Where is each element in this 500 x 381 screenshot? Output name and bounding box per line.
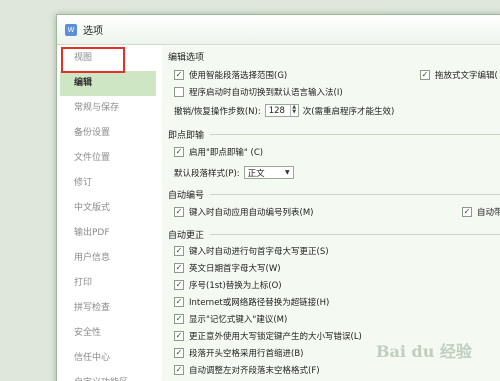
option-autocorrect-item[interactable]: 键入时自动进行句首字母大写更正(S) — [174, 245, 329, 257]
checkbox[interactable] — [174, 246, 184, 256]
option-undo-steps: 撤销/恢复操作步数(N): 128 ▲ ▼ 次(需重启程序才能生效) — [174, 104, 395, 117]
section-title-autocorrect: 自动更正 — [168, 231, 205, 241]
content-panel: 编辑选项 使用智能段落选择范围(G) 拖放式文字编辑( 程序启动时自动切换到默认… — [162, 46, 500, 381]
sidebar-item-trust-center[interactable]: 信任中心 — [60, 346, 156, 371]
divider — [210, 194, 500, 195]
sidebar-item-backup[interactable]: 备份设置 — [60, 121, 156, 146]
sidebar-item-edit[interactable]: 编辑 — [60, 71, 156, 96]
sidebar-item-file-location[interactable]: 文件位置 — [60, 146, 156, 171]
spinner-arrows-icon[interactable]: ▲ ▼ — [289, 105, 298, 116]
option-default-style: 默认段落样式(P): 正文 ▼ — [174, 166, 294, 179]
option-auto-list[interactable]: 键入时自动应用自动编号列表(M) — [174, 206, 313, 218]
sidebar-item-general-save[interactable]: 常规与保存 — [60, 96, 156, 121]
chevron-down-icon: ▼ — [285, 169, 290, 176]
sidebar: 视图 编辑 常规与保存 备份设置 文件位置 修订 中文版式 输出PDF 用户信息… — [60, 46, 156, 381]
sidebar-item-chinese-layout[interactable]: 中文版式 — [60, 196, 156, 221]
option-autocorrect-item[interactable]: 序号(1st)替换为上标(O) — [174, 279, 282, 291]
option-autocorrect-item[interactable]: 更正意外使用大写锁定键产生的大小写错误(L) — [174, 330, 362, 342]
app-icon: W — [65, 23, 77, 36]
option-auto-tab[interactable]: 自动带 — [462, 206, 500, 218]
checkbox[interactable] — [174, 348, 184, 358]
checkbox[interactable] — [174, 263, 184, 273]
sidebar-item-customize-ribbon[interactable]: 自定义功能区 — [60, 371, 156, 381]
sidebar-item-user-info[interactable]: 用户信息 — [60, 246, 156, 271]
sidebar-item-revision[interactable]: 修订 — [60, 171, 156, 196]
checkbox[interactable] — [174, 331, 184, 341]
divider — [210, 134, 500, 135]
sidebar-item-spell-check[interactable]: 拼写检查 — [60, 296, 156, 321]
checkbox[interactable] — [420, 70, 430, 80]
checkbox[interactable] — [174, 365, 184, 375]
section-title-autonumber: 自动编号 — [168, 191, 205, 201]
checkbox[interactable] — [174, 87, 184, 97]
option-drag-edit[interactable]: 拖放式文字编辑( — [420, 69, 498, 81]
option-autocorrect-item[interactable]: 段落开头空格采用行首缩进(B) — [174, 347, 303, 359]
checkbox[interactable] — [174, 280, 184, 290]
sidebar-item-security[interactable]: 安全性 — [60, 321, 156, 346]
sidebar-item-export-pdf[interactable]: 输出PDF — [60, 221, 156, 246]
section-title-edit-options: 编辑选项 — [168, 53, 205, 63]
checkbox[interactable] — [462, 207, 472, 217]
title-bar: W 选项 — [57, 15, 500, 45]
window-title: 选项 — [83, 26, 103, 37]
checkbox[interactable] — [174, 70, 184, 80]
option-auto-switch-lang[interactable]: 程序启动时自动切换到默认语言输入法(I) — [174, 86, 343, 98]
checkbox[interactable] — [174, 297, 184, 307]
watermark: Bai du 经验 — [376, 342, 472, 361]
default-style-select[interactable]: 正文 ▼ — [243, 166, 294, 179]
divider — [210, 234, 500, 235]
highlight-annotation — [61, 47, 125, 73]
option-autocorrect-item[interactable]: Internet或网络路径替换为超链接(H) — [174, 296, 329, 308]
option-smart-select[interactable]: 使用智能段落选择范围(G) — [174, 69, 287, 81]
option-autocorrect-item[interactable]: 英文日期首字母大写(W) — [174, 262, 281, 274]
option-autocorrect-item[interactable]: 显示"记忆式键入"建议(M) — [174, 313, 287, 325]
option-enable-instant[interactable]: 启用"即点即输" (C) — [174, 146, 263, 158]
option-autocorrect-item[interactable]: 自动调整左对齐段落末空格格式(F) — [174, 364, 320, 376]
sidebar-item-print[interactable]: 打印 — [60, 271, 156, 296]
section-title-instant: 即点即输 — [168, 131, 205, 141]
checkbox[interactable] — [174, 147, 184, 157]
checkbox[interactable] — [174, 314, 184, 324]
undo-steps-spinner[interactable]: 128 ▲ ▼ — [264, 104, 299, 117]
checkbox[interactable] — [174, 207, 184, 217]
